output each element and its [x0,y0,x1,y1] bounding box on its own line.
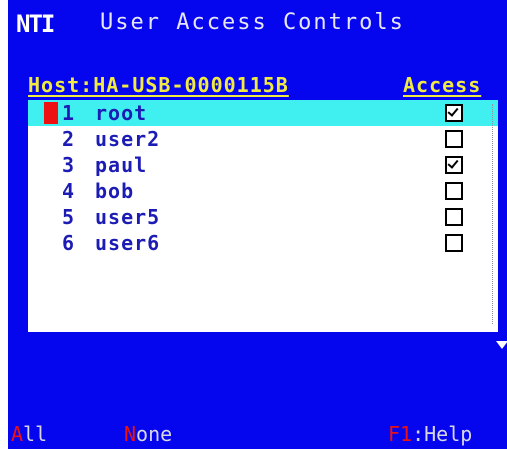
selection-cursor [44,102,58,124]
access-checkbox[interactable] [445,234,463,252]
nti-logo: NTI [16,10,55,38]
access-checkbox[interactable] [445,156,463,174]
access-checkbox[interactable] [445,130,463,148]
user-name: root [95,101,148,125]
user-row-4[interactable]: 4 bob [28,178,498,204]
user-number: 1 [62,101,75,125]
access-checkbox[interactable] [445,104,463,122]
hotkey-n: N [124,422,137,446]
host-name: Host:HA-USB-0000115B [28,73,289,97]
user-row-1[interactable]: 1 root [28,100,498,126]
hotkey-a: A [11,422,24,446]
user-list: 1 root 2 user2 3 paul 4 bob 5 user5 6 us… [28,100,498,332]
user-name: user2 [95,127,161,151]
access-column-header: Access [403,73,482,97]
select-all-label: ll [23,422,48,446]
help-label: :Help [412,422,473,446]
user-row-2[interactable]: 2 user2 [28,126,498,152]
user-number: 5 [62,205,75,229]
user-number: 3 [62,153,75,177]
help-key[interactable]: F1:Help [388,422,472,446]
select-none-label: one [136,422,173,446]
user-row-3[interactable]: 3 paul [28,152,498,178]
hotkey-f1: F1 [388,422,413,446]
access-checkbox[interactable] [445,208,463,226]
user-name: user5 [95,205,161,229]
user-name: bob [95,179,135,203]
select-none-key[interactable]: None [124,422,172,446]
user-number: 6 [62,231,75,255]
user-number: 4 [62,179,75,203]
function-key-bar: All None F1:Help [8,422,507,448]
user-row-5[interactable]: 5 user5 [28,204,498,230]
scrollbar-track[interactable] [492,104,497,324]
host-label: Host:HA-USB-0000115B [28,73,289,97]
user-name: user6 [95,231,161,255]
user-number: 2 [62,127,75,151]
scroll-down-icon[interactable] [496,341,507,349]
user-row-6[interactable]: 6 user6 [28,230,498,256]
kvm-osd-screen: NTI User Access Controls Host:HA-USB-000… [8,0,507,449]
osd-header: NTI User Access Controls [8,0,507,46]
access-checkbox[interactable] [445,182,463,200]
select-all-key[interactable]: All [11,422,47,446]
user-name: paul [95,153,148,177]
page-title: User Access Controls [100,10,405,35]
